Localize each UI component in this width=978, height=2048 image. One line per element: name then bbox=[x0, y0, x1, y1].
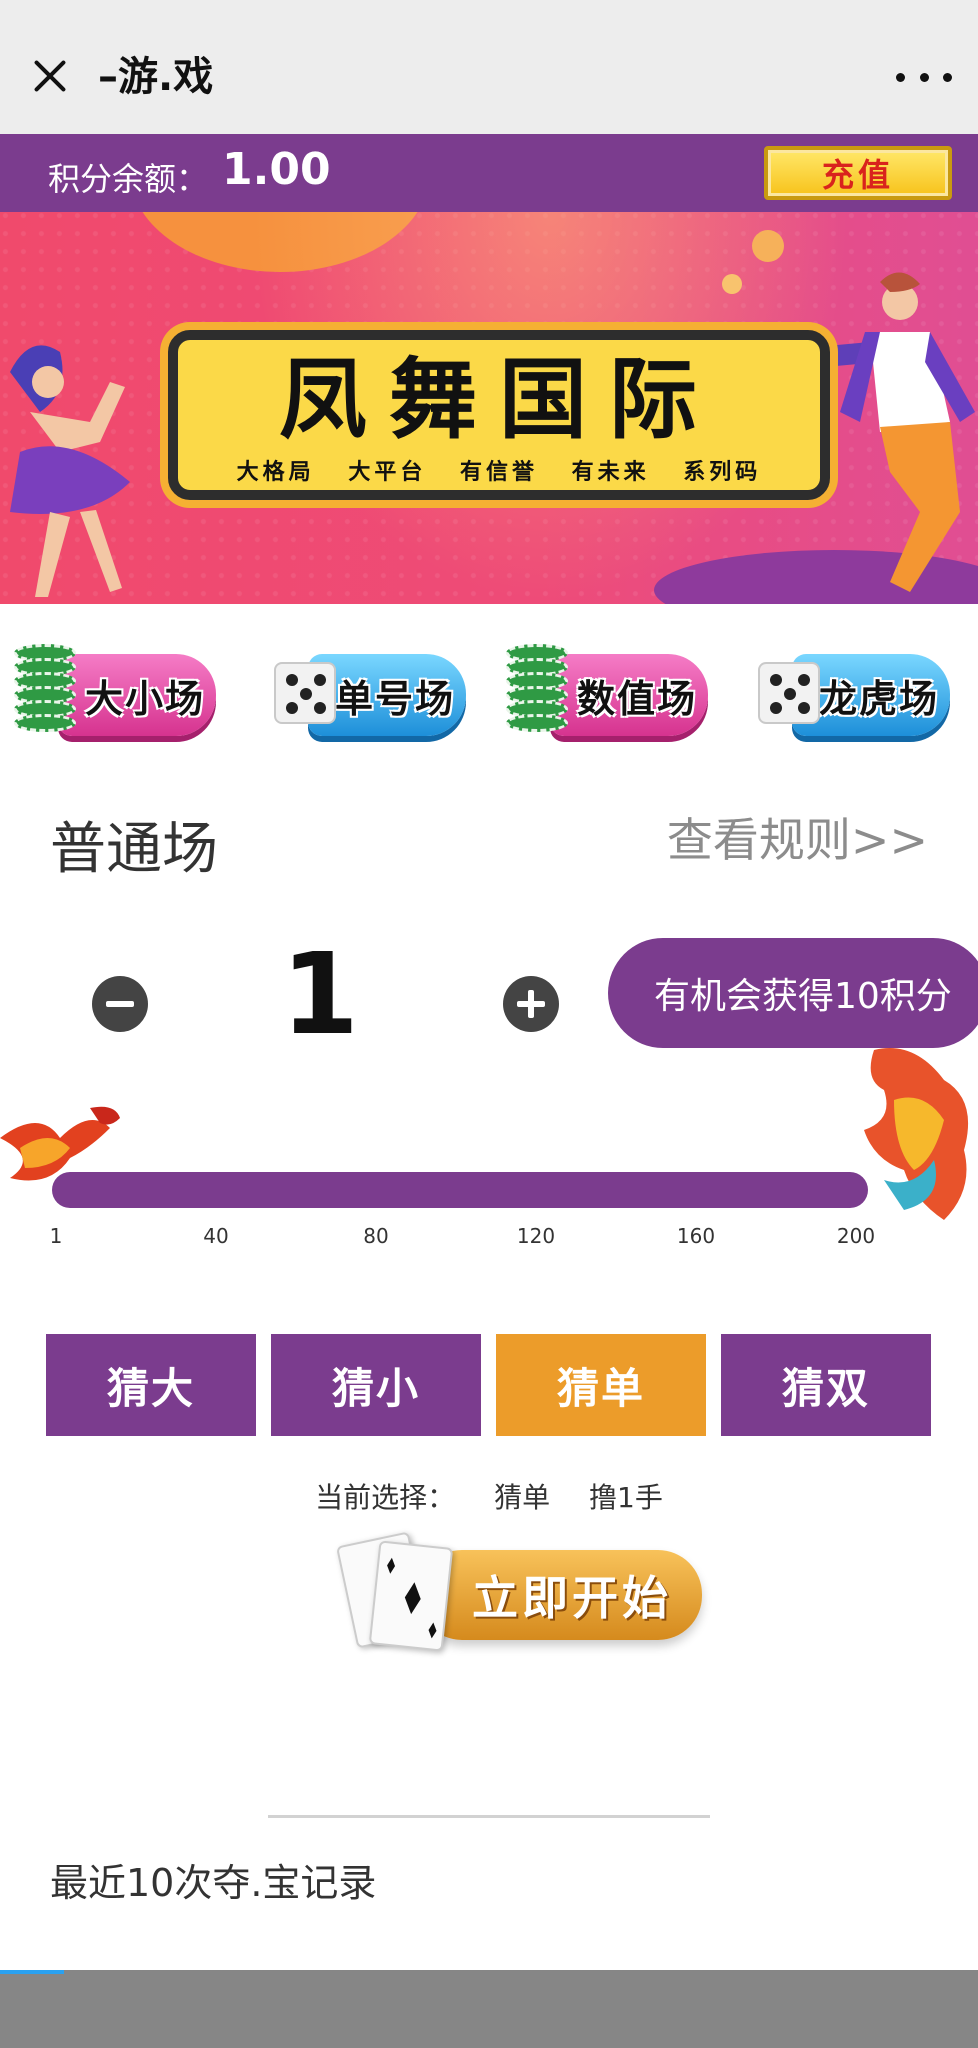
current-choice-amount: 撸1手 bbox=[589, 1481, 663, 1514]
more-dot bbox=[896, 72, 905, 82]
more-options-icon[interactable] bbox=[896, 60, 952, 94]
banner-decoration bbox=[752, 230, 784, 262]
chips-icon bbox=[14, 644, 76, 742]
promo-banner: 凤舞国际 大格局 大平台 有信誉 有未来 系列码 bbox=[0, 212, 978, 604]
current-choice-label: 当前选择： bbox=[315, 1481, 456, 1514]
bottom-accent bbox=[0, 1970, 64, 1974]
banner-logo-panel: 凤舞国际 大格局 大平台 有信誉 有未来 系列码 bbox=[168, 330, 830, 500]
more-dot bbox=[919, 72, 929, 82]
guess-odd-button[interactable]: 猜单 bbox=[496, 1334, 706, 1436]
history-title: 最近10次夺.宝记录 bbox=[50, 1861, 377, 1905]
decrease-button[interactable] bbox=[92, 976, 148, 1032]
slider-tick-label: 160 bbox=[676, 1224, 716, 1248]
more-dot bbox=[943, 72, 952, 82]
mode-tab-shuzhi[interactable]: 数值场 bbox=[500, 640, 710, 746]
reward-chance-badge: 有机会获得10积分 bbox=[608, 938, 978, 1048]
mode-tab-longhu[interactable]: 龙虎场 bbox=[742, 640, 952, 746]
chips-icon bbox=[506, 644, 568, 742]
slider-tick-label: 200 bbox=[836, 1224, 876, 1248]
guess-even-button[interactable]: 猜双 bbox=[721, 1334, 931, 1436]
guess-big-button[interactable]: 猜大 bbox=[46, 1334, 256, 1436]
current-choice-value: 猜单 bbox=[494, 1481, 551, 1514]
mode-tab-label: 数值场 bbox=[550, 654, 708, 736]
current-choice-line: 当前选择： 猜单 撸1手 bbox=[0, 1476, 978, 1516]
close-icon[interactable] bbox=[26, 52, 74, 100]
mode-tab-daxiao[interactable]: 大小场 bbox=[8, 640, 218, 746]
bet-amount-slider[interactable] bbox=[52, 1172, 868, 1208]
banner-decoration bbox=[722, 274, 742, 294]
dice-icon bbox=[264, 644, 340, 740]
view-rules-link[interactable]: 查看规则>> bbox=[667, 804, 928, 870]
start-now-button[interactable]: 立即开始 bbox=[332, 1530, 704, 1660]
dancer-left-illustration bbox=[10, 345, 130, 597]
banner-subtitle: 大格局 大平台 有信誉 有未来 系列码 bbox=[236, 460, 762, 485]
balance-bar: 积分余额： 1.00 充值 bbox=[0, 134, 978, 212]
increase-button[interactable] bbox=[503, 976, 559, 1032]
phoenix-right-illustration bbox=[864, 1048, 969, 1220]
slider-tick-label: 120 bbox=[516, 1224, 556, 1248]
bet-quantity-value: 1 bbox=[281, 930, 359, 1060]
banner-title: 凤舞国际 bbox=[278, 348, 719, 451]
section-divider bbox=[268, 1815, 710, 1818]
mode-tab-label: 大小场 bbox=[58, 654, 216, 736]
guess-small-button[interactable]: 猜小 bbox=[271, 1334, 481, 1436]
section-title: 普通场 bbox=[50, 817, 218, 882]
slider-tick-label: 40 bbox=[203, 1224, 229, 1248]
top-nav-bar: –游.戏 bbox=[0, 0, 978, 134]
playing-cards-icon bbox=[335, 1530, 462, 1658]
balance-label: 积分余额： bbox=[48, 160, 209, 198]
mode-tab-danhao[interactable]: 单号场 bbox=[258, 640, 468, 746]
dice-icon bbox=[748, 644, 824, 740]
page-title: –游.戏 bbox=[98, 54, 214, 100]
slider-tick-label: 1 bbox=[49, 1224, 63, 1248]
slider-tick-label: 80 bbox=[363, 1224, 389, 1248]
bottom-bar bbox=[0, 1970, 978, 2048]
recharge-button[interactable]: 充值 bbox=[764, 146, 952, 200]
balance-value: 1.00 bbox=[222, 144, 331, 195]
